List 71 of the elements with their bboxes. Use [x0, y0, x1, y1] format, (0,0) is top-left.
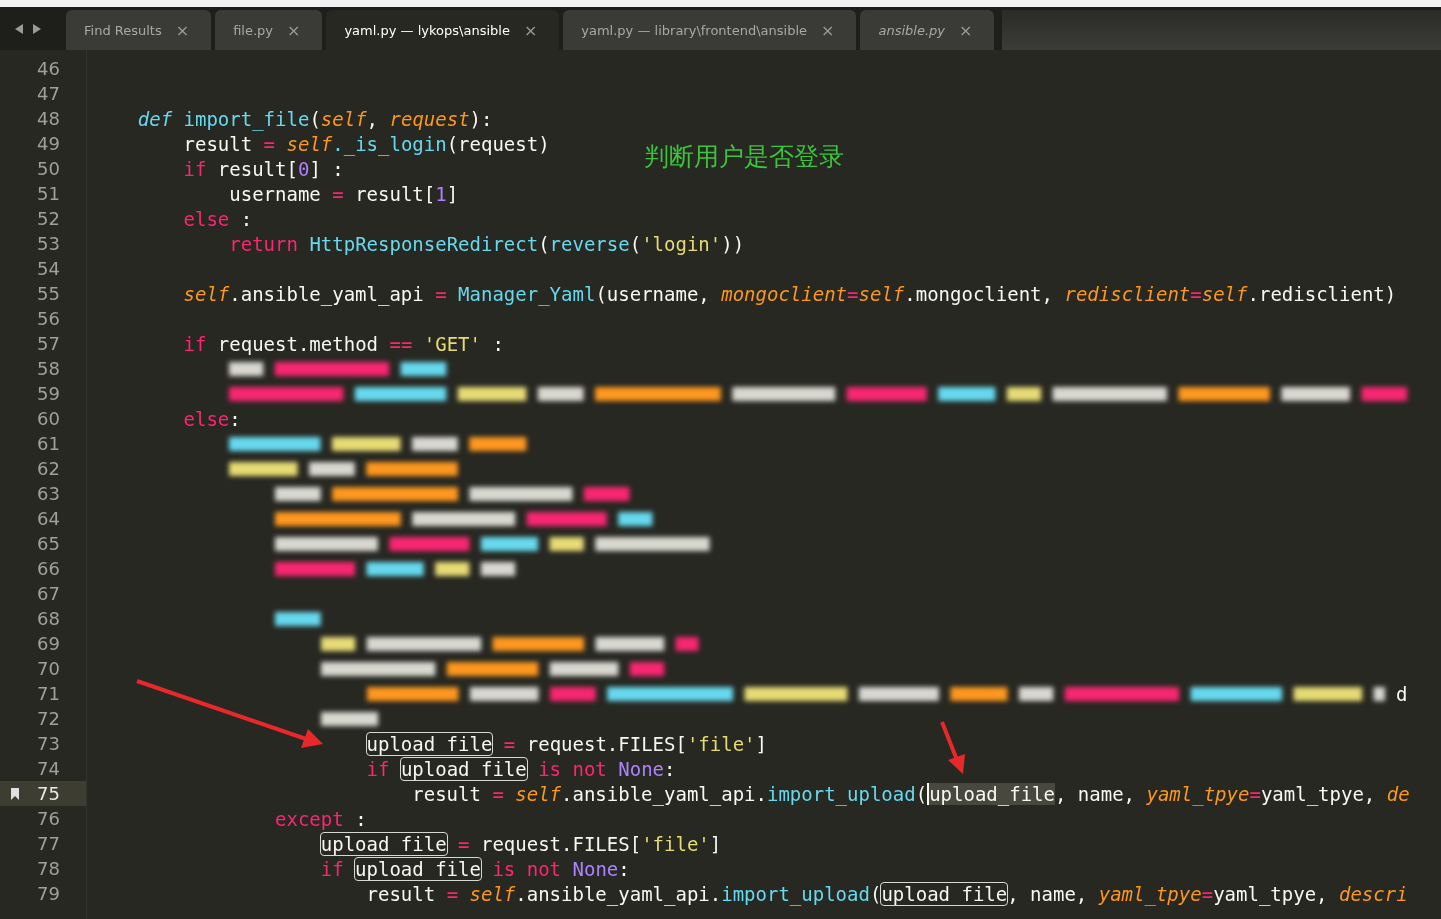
tab-title[interactable]: file.py [233, 22, 273, 38]
line-number: 72 [37, 708, 60, 729]
line-number: 66 [37, 558, 60, 579]
close-button[interactable]: × [175, 20, 190, 40]
code-line: if upload_file is not None: [365, 757, 676, 780]
previous-icon[interactable] [14, 22, 24, 35]
line-number: 49 [37, 133, 60, 154]
line-number: 79 [37, 883, 60, 904]
line-number: 64 [37, 508, 60, 529]
code-line: upload_file = request.FILES['file'] [365, 732, 767, 755]
line-number: 76 [37, 808, 60, 829]
tab-title[interactable]: Find Results [84, 22, 162, 38]
code-line: upload_file = request.FILES['file'] [319, 832, 722, 855]
code-line: result = self.ansible_yaml_api.import_upload(upload_file, name, yaml_tpye=yaml_tpye, descri [365, 882, 1408, 905]
line-number: 77 [37, 833, 60, 854]
tab-title[interactable]: yaml.py — library\frontend\ansible [581, 22, 808, 38]
line-number: 73 [37, 733, 60, 754]
code-line: return HttpResponseRedirect(reverse('login')) [228, 232, 745, 255]
line-number: 48 [37, 108, 60, 129]
line-number: 57 [37, 333, 60, 354]
tab-title[interactable]: ansible.py [878, 22, 945, 38]
line-number: 75 [37, 783, 60, 804]
next-icon[interactable] [32, 22, 42, 35]
close-button[interactable]: × [958, 20, 973, 40]
close-button[interactable]: × [821, 20, 835, 40]
line-number: 62 [37, 458, 60, 479]
editor-tab[interactable]: Find Results × [66, 10, 212, 50]
line-number: 74 [37, 758, 60, 779]
line-number: 68 [37, 608, 60, 629]
code-line: self.ansible_yaml_api = Manager_Yaml(username, mongoclient=self.mongoclient, redisclient=self.redisclient) [182, 282, 1397, 305]
line-number: 50 [37, 158, 60, 179]
line-number: 70 [37, 658, 60, 679]
line-number: 59 [37, 383, 60, 404]
arrow [940, 721, 965, 774]
editor-tab[interactable]: file.py × [215, 10, 323, 50]
close-button[interactable]: × [287, 20, 301, 40]
line-number: 60 [37, 408, 60, 429]
line-number: 63 [37, 483, 60, 504]
line-number: 46 [37, 58, 60, 79]
line-number: 53 [37, 233, 60, 254]
code-line: if result[0] : [182, 157, 344, 180]
code-line: else: [182, 407, 241, 430]
line-number: 47 [37, 83, 60, 104]
code-line: def import_file(self, request): [136, 107, 493, 130]
annotation-text: 判断用户是否登录 [644, 141, 844, 173]
line-number: 61 [37, 433, 60, 454]
line-number: 56 [37, 308, 60, 329]
code-line: result = self.ansible_yaml_api.import_upload(upload_file, name, yaml_tpye=yaml_tpye, de [411, 782, 1410, 805]
line-number: 52 [37, 208, 60, 229]
line-number: 51 [37, 183, 60, 204]
code-line: result = self._is_login(request) [182, 132, 550, 155]
code-line: d [1396, 682, 1408, 705]
editor-tab[interactable]: yaml.py — lykops\ansible × [326, 10, 560, 50]
code-line: except : [274, 807, 367, 830]
editor-tab[interactable]: yaml.py — library\frontend\ansible × [563, 10, 857, 50]
code-line: username = result[1] [228, 182, 459, 205]
line-number: 55 [37, 283, 60, 304]
code-line: if request.method == 'GET' : [182, 332, 504, 355]
code-line: else : [182, 207, 253, 230]
tab-title[interactable]: yaml.py — lykops\ansible [344, 22, 510, 38]
line-number: 54 [37, 258, 60, 279]
bookmark-icon [10, 788, 20, 800]
line-number: 65 [37, 533, 60, 554]
close-button[interactable]: × [523, 20, 538, 40]
line-number: 58 [37, 358, 60, 379]
editor-tab[interactable]: ansible.py × [860, 10, 995, 50]
line-number: 69 [37, 633, 60, 654]
line-number: 71 [37, 683, 60, 704]
line-number: 78 [37, 858, 60, 879]
line-number: 67 [37, 583, 60, 604]
code-line: if upload_file is not None: [319, 857, 630, 880]
